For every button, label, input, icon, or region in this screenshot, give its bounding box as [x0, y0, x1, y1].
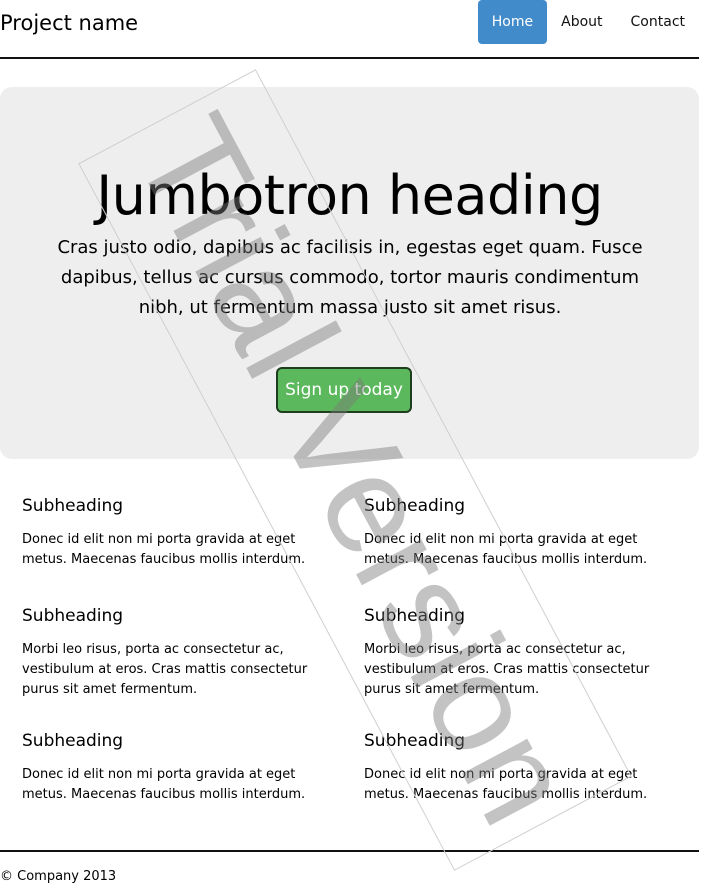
jumbotron-lead: Cras justo odio, dapibus ac facilisis in… — [57, 237, 643, 318]
jumbotron-heading: Jumbotron heading — [96, 164, 603, 227]
section-heading: Subheading — [22, 731, 124, 751]
section-heading: Subheading — [364, 731, 466, 751]
sign-up-button[interactable]: Sign up today — [276, 367, 412, 413]
section-heading: Subheading — [22, 496, 124, 516]
nav-item-contact[interactable]: Contact — [617, 0, 699, 44]
main-nav: Home About Contact — [477, 0, 699, 44]
section-heading: Subheading — [364, 496, 466, 516]
section-text: Morbi leo risus, porta ac consectetur ac… — [22, 642, 308, 697]
section-text: Morbi leo risus, porta ac consectetur ac… — [364, 642, 650, 697]
section-text: Donec id elit non mi porta gravida at eg… — [364, 767, 648, 802]
jumbotron: Jumbotron heading Cras justo odio, dapib… — [0, 87, 699, 459]
nav-item-about[interactable]: About — [547, 0, 616, 44]
site-header: Project name Home About Contact — [0, 0, 699, 59]
section-text: Donec id elit non mi porta gravida at eg… — [364, 532, 648, 567]
nav-item-home[interactable]: Home — [477, 0, 548, 44]
footer-divider — [0, 850, 699, 852]
section-text: Donec id elit non mi porta gravida at eg… — [22, 532, 306, 567]
footer-copyright: © Company 2013 — [0, 869, 117, 884]
brand-title[interactable]: Project name — [0, 9, 138, 37]
section-heading: Subheading — [364, 606, 466, 626]
section-heading: Subheading — [22, 606, 124, 626]
section-text: Donec id elit non mi porta gravida at eg… — [22, 767, 306, 802]
